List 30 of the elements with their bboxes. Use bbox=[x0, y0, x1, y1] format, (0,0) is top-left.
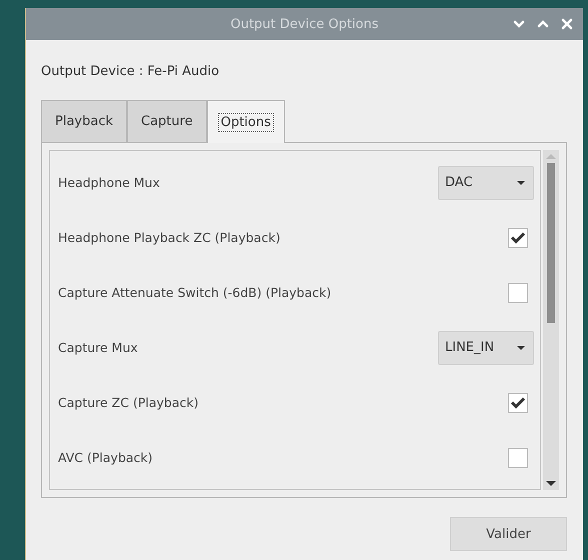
option-label: Capture Mux bbox=[58, 340, 138, 355]
checkbox[interactable] bbox=[508, 448, 528, 468]
close-icon bbox=[561, 18, 573, 30]
scrollbar[interactable] bbox=[543, 150, 559, 490]
checkbox[interactable] bbox=[508, 282, 528, 302]
tab[interactable]: Playback bbox=[41, 100, 128, 142]
scrollbar-thumb[interactable] bbox=[547, 163, 555, 323]
option-label: Capture ZC (Playback) bbox=[58, 395, 198, 410]
chevron-up-icon bbox=[537, 20, 549, 28]
option-label: Headphone Playback ZC (Playback) bbox=[58, 230, 280, 245]
dropdown[interactable]: LINE_IN bbox=[438, 330, 534, 364]
option-label: Headphone Mux bbox=[58, 175, 160, 190]
caret-icon bbox=[517, 180, 525, 184]
device-label: Output Device : Fe-Pi Audio bbox=[41, 64, 220, 79]
scroll-down-icon bbox=[546, 481, 556, 486]
validate-button[interactable]: Valider bbox=[450, 517, 567, 551]
checkbox[interactable] bbox=[508, 392, 528, 412]
caret-icon bbox=[517, 346, 525, 350]
window-title: Output Device Options bbox=[230, 16, 379, 32]
option-label: Capture Attenuate Switch (-6dB) (Playback) bbox=[58, 285, 332, 300]
checkmark-icon bbox=[510, 231, 526, 244]
dropdown[interactable]: DAC bbox=[438, 166, 534, 200]
checkbox[interactable] bbox=[508, 228, 528, 248]
checkmark-icon bbox=[510, 396, 526, 409]
close-button[interactable] bbox=[559, 16, 575, 32]
option-label: AVC (Playback) bbox=[58, 450, 153, 465]
scroll-up-icon bbox=[546, 154, 556, 159]
chevron-down-icon bbox=[513, 20, 525, 28]
tab[interactable]: Options bbox=[206, 100, 285, 143]
tab[interactable]: Capture bbox=[127, 100, 207, 142]
